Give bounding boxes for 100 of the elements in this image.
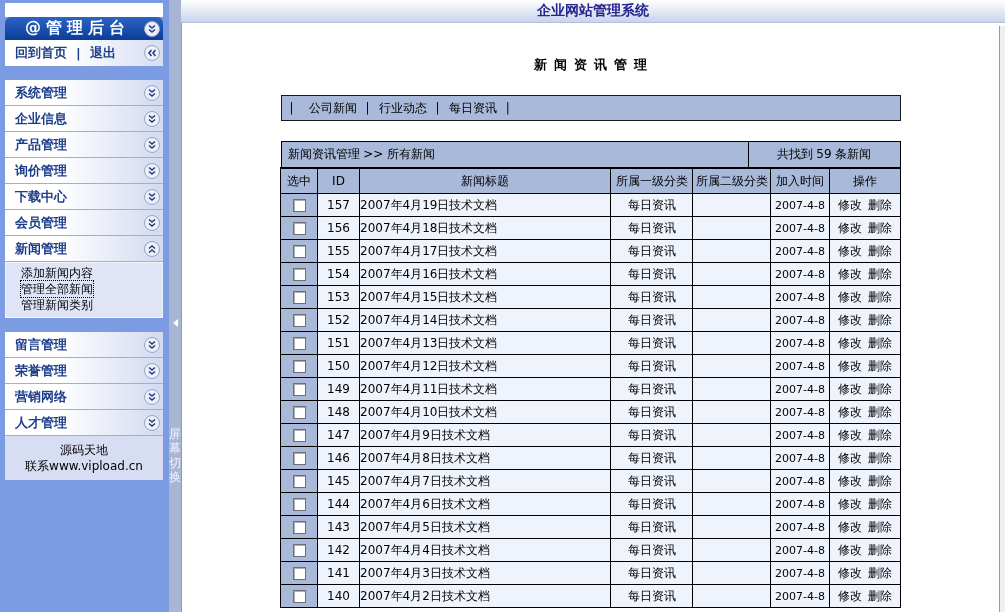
delete-link[interactable]: 删除 [868, 289, 892, 304]
edit-link[interactable]: 修改 [838, 243, 862, 258]
row-checkbox[interactable] [292, 245, 306, 258]
separator: | [289, 101, 294, 115]
menu-item[interactable]: 新闻管理 [5, 236, 163, 262]
edit-link[interactable]: 修改 [838, 220, 862, 235]
separator: | [435, 101, 440, 115]
double-chevron-down-icon[interactable] [144, 162, 160, 179]
row-checkbox[interactable] [292, 291, 306, 304]
row-checkbox[interactable] [292, 222, 306, 235]
edit-link[interactable]: 修改 [838, 427, 862, 442]
edit-link[interactable]: 修改 [838, 358, 862, 373]
title-cell: 2007年4月17日技术文档 [359, 239, 611, 263]
edit-link[interactable]: 修改 [838, 496, 862, 511]
delete-link[interactable]: 删除 [868, 588, 892, 603]
separator: | [76, 45, 81, 61]
row-checkbox[interactable] [292, 199, 306, 212]
menu-item[interactable]: 系统管理 [5, 80, 163, 106]
row-checkbox[interactable] [292, 429, 306, 442]
category-link[interactable]: 每日资讯 [448, 99, 497, 117]
delete-link[interactable]: 删除 [868, 404, 892, 419]
row-checkbox[interactable] [292, 360, 306, 373]
delete-link[interactable]: 删除 [868, 197, 892, 212]
menu-item[interactable]: 企业信息 [5, 106, 163, 132]
menu-item[interactable]: 人才管理 [5, 410, 163, 436]
delete-link[interactable]: 删除 [868, 427, 892, 442]
row-checkbox[interactable] [292, 498, 306, 511]
double-chevron-down-icon[interactable] [144, 188, 160, 205]
double-chevron-down-icon[interactable] [144, 110, 160, 127]
delete-link[interactable]: 删除 [868, 243, 892, 258]
column-header: 所属二级分类 [692, 168, 771, 194]
menu-item[interactable]: 会员管理 [5, 210, 163, 236]
home-bar-link[interactable]: 退出 [89, 44, 116, 62]
edit-link[interactable]: 修改 [838, 450, 862, 465]
row-checkbox[interactable] [292, 475, 306, 488]
submenu-link[interactable]: 管理新闻类别 [21, 297, 93, 313]
double-chevron-down-icon[interactable] [144, 136, 160, 153]
edit-link[interactable]: 修改 [838, 519, 862, 534]
delete-link[interactable]: 删除 [868, 381, 892, 396]
column-header: 新闻标题 [359, 168, 611, 194]
delete-link[interactable]: 删除 [868, 496, 892, 511]
row-checkbox[interactable] [292, 544, 306, 557]
menu-item[interactable]: 下载中心 [5, 184, 163, 210]
delete-link[interactable]: 删除 [868, 542, 892, 557]
edit-link[interactable]: 修改 [838, 312, 862, 327]
row-checkbox[interactable] [292, 406, 306, 419]
double-chevron-down-icon[interactable] [144, 362, 160, 379]
title-cell: 2007年4月9日技术文档 [359, 423, 611, 447]
menu-item[interactable]: 询价管理 [5, 158, 163, 184]
row-checkbox[interactable] [292, 268, 306, 281]
edit-link[interactable]: 修改 [838, 335, 862, 350]
submenu-link[interactable]: 管理全部新闻 [21, 281, 93, 297]
double-chevron-down-icon[interactable] [144, 414, 160, 431]
row-checkbox[interactable] [292, 337, 306, 350]
category-link[interactable]: 行业动态 [378, 99, 427, 117]
edit-link[interactable]: 修改 [838, 289, 862, 304]
edit-link[interactable]: 修改 [838, 266, 862, 281]
menu-item[interactable]: 留言管理 [5, 332, 163, 358]
edit-link[interactable]: 修改 [838, 197, 862, 212]
delete-link[interactable]: 删除 [868, 565, 892, 580]
delete-link[interactable]: 删除 [868, 312, 892, 327]
edit-link[interactable]: 修改 [838, 381, 862, 396]
double-chevron-up-icon[interactable] [144, 240, 160, 257]
title-cell: 2007年4月10日技术文档 [359, 400, 611, 424]
menu-item[interactable]: 营销网络 [5, 384, 163, 410]
category-link[interactable]: 公司新闻 [308, 99, 357, 117]
delete-link[interactable]: 删除 [868, 220, 892, 235]
double-chevron-down-icon[interactable] [144, 336, 160, 353]
menu-item[interactable]: 荣誉管理 [5, 358, 163, 384]
delete-link[interactable]: 删除 [868, 358, 892, 373]
home-bar-link[interactable]: 回到首页 [15, 44, 67, 62]
delete-link[interactable]: 删除 [868, 266, 892, 281]
edit-link[interactable]: 修改 [838, 473, 862, 488]
row-checkbox[interactable] [292, 567, 306, 580]
title-cell: 2007年4月18日技术文档 [359, 216, 611, 240]
submenu-link[interactable]: 添加新闻内容 [21, 265, 93, 281]
double-chevron-down-icon[interactable] [144, 20, 160, 37]
edit-link[interactable]: 修改 [838, 588, 862, 603]
title-cell: 2007年4月2日技术文档 [359, 584, 611, 608]
edit-link[interactable]: 修改 [838, 565, 862, 580]
delete-link[interactable]: 删除 [868, 519, 892, 534]
row-checkbox[interactable] [292, 383, 306, 396]
edit-link[interactable]: 修改 [838, 404, 862, 419]
delete-link[interactable]: 删除 [868, 335, 892, 350]
row-checkbox[interactable] [292, 521, 306, 534]
double-chevron-down-icon[interactable] [144, 214, 160, 231]
row-checkbox[interactable] [292, 314, 306, 327]
double-chevron-left-icon[interactable] [144, 45, 160, 61]
title-cell: 2007年4月14日技术文档 [359, 308, 611, 332]
delete-link[interactable]: 删除 [868, 450, 892, 465]
double-chevron-down-icon[interactable] [144, 388, 160, 405]
column-header: ID [317, 168, 360, 194]
title-cell: 2007年4月6日技术文档 [359, 492, 611, 516]
double-chevron-down-icon[interactable] [144, 84, 160, 101]
row-checkbox[interactable] [292, 590, 306, 603]
edit-link[interactable]: 修改 [838, 542, 862, 557]
row-checkbox[interactable] [292, 452, 306, 465]
delete-link[interactable]: 删除 [868, 473, 892, 488]
scrollbar[interactable] [999, 26, 1005, 612]
menu-item[interactable]: 产品管理 [5, 132, 163, 158]
